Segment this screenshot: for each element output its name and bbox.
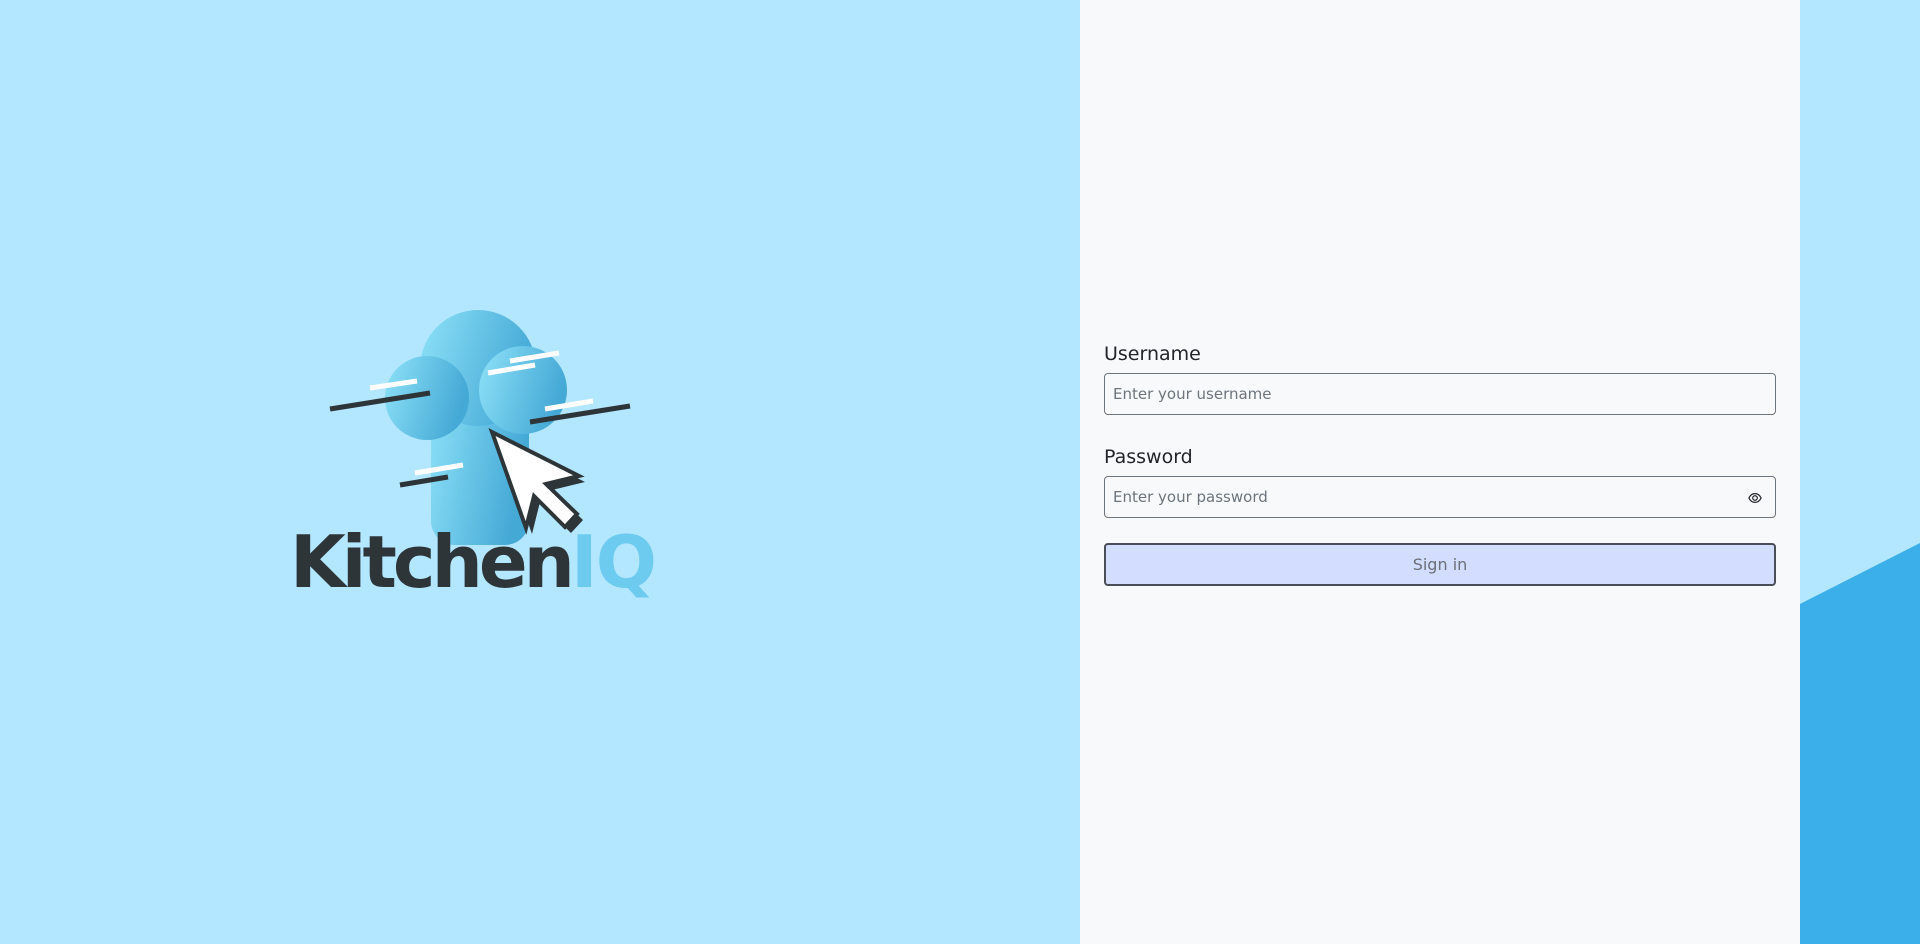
sign-in-button[interactable]: Sign in bbox=[1104, 543, 1776, 586]
username-field-wrap bbox=[1104, 373, 1776, 415]
corner-accent-shape bbox=[1800, 543, 1920, 944]
password-label: Password bbox=[1104, 446, 1193, 468]
chef-hat-icon bbox=[385, 310, 567, 545]
logo-text-kitchen: Kitchen bbox=[290, 520, 575, 604]
username-input[interactable] bbox=[1104, 373, 1776, 415]
password-input[interactable] bbox=[1104, 476, 1776, 518]
login-page: KitchenIQ Username Password Sign in bbox=[0, 0, 1920, 944]
decorative-strip bbox=[1800, 0, 1920, 944]
password-field-wrap bbox=[1104, 476, 1776, 518]
logo-text-iq: IQ bbox=[570, 520, 657, 604]
logo-wordmark: KitchenIQ bbox=[290, 522, 670, 602]
brand-panel: KitchenIQ bbox=[0, 0, 1080, 944]
login-panel: Username Password Sign in bbox=[1080, 0, 1800, 944]
username-label: Username bbox=[1104, 343, 1201, 365]
eye-icon[interactable] bbox=[1748, 490, 1762, 504]
login-form: Username Password Sign in bbox=[1104, 343, 1776, 586]
